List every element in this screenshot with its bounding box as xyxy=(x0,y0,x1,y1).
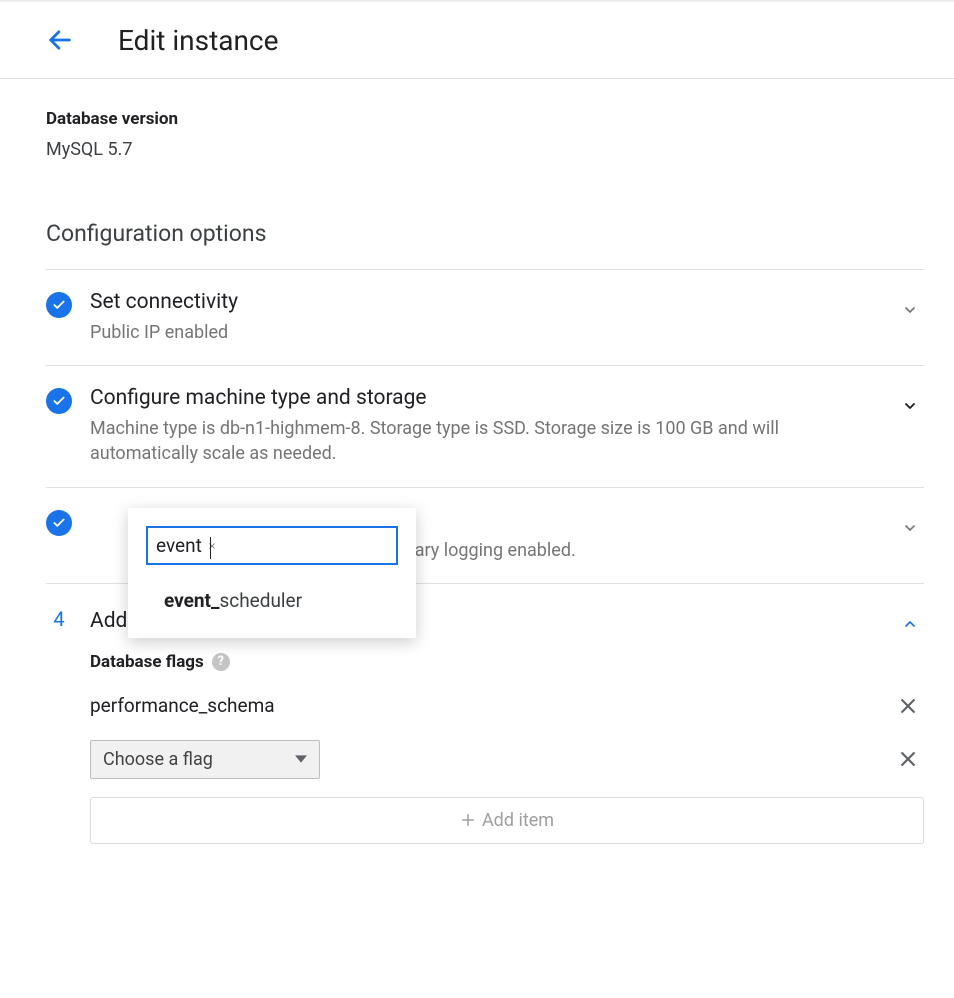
option-match: event_ xyxy=(164,589,219,612)
option-rest: scheduler xyxy=(219,589,302,612)
page-title: Edit instance xyxy=(118,24,278,57)
collapse-button[interactable] xyxy=(896,610,924,638)
config-options-heading: Configuration options xyxy=(46,220,924,247)
plus-icon xyxy=(460,812,476,828)
chevron-up-icon xyxy=(902,613,918,635)
section-subtitle: Machine type is db-n1-highmem-8. Storage… xyxy=(90,416,790,466)
back-button[interactable] xyxy=(40,20,80,60)
autocomplete-input-text: event xyxy=(156,534,202,557)
flag-name: performance_schema xyxy=(90,694,892,717)
section-title: Configure machine type and storage xyxy=(90,386,896,410)
close-icon xyxy=(898,695,918,717)
help-icon[interactable]: ? xyxy=(212,653,230,671)
clear-input-button[interactable] xyxy=(202,536,222,556)
autocomplete-popup: event event_scheduler xyxy=(128,508,416,638)
add-item-button[interactable]: Add item xyxy=(90,797,924,844)
step-number: 4 xyxy=(46,606,72,632)
section-connectivity[interactable]: Set connectivity Public IP enabled xyxy=(46,269,924,365)
add-item-label: Add item xyxy=(482,810,554,831)
expand-button[interactable] xyxy=(896,296,924,324)
check-icon xyxy=(46,510,72,536)
db-version-value: MySQL 5.7 xyxy=(46,139,924,160)
arrow-left-icon xyxy=(46,26,74,54)
section-title: Set connectivity xyxy=(90,290,896,314)
chevron-down-icon xyxy=(902,299,918,321)
section-subtitle: Public IP enabled xyxy=(90,320,790,345)
expand-button[interactable] xyxy=(896,514,924,542)
choose-flag-select[interactable]: Choose a flag xyxy=(90,740,320,779)
flags-label: Database flags xyxy=(90,652,204,672)
flag-row-performance-schema: performance_schema xyxy=(90,690,924,722)
chevron-down-icon xyxy=(902,395,918,417)
close-icon xyxy=(898,748,918,770)
autocomplete-option[interactable]: event_scheduler xyxy=(128,575,416,626)
db-version-label: Database version xyxy=(46,109,924,129)
remove-flag-button[interactable] xyxy=(892,743,924,775)
text-caret xyxy=(210,537,211,559)
caret-down-icon xyxy=(295,753,307,765)
expand-button[interactable] xyxy=(896,392,924,420)
check-icon xyxy=(46,388,72,414)
autocomplete-input-wrap[interactable]: event xyxy=(146,526,398,565)
flag-row-new: Choose a flag xyxy=(90,740,924,779)
chevron-down-icon xyxy=(902,517,918,539)
remove-flag-button[interactable] xyxy=(892,690,924,722)
check-icon xyxy=(46,292,72,318)
section-machine[interactable]: Configure machine type and storage Machi… xyxy=(46,365,924,486)
choose-flag-label: Choose a flag xyxy=(103,749,213,770)
